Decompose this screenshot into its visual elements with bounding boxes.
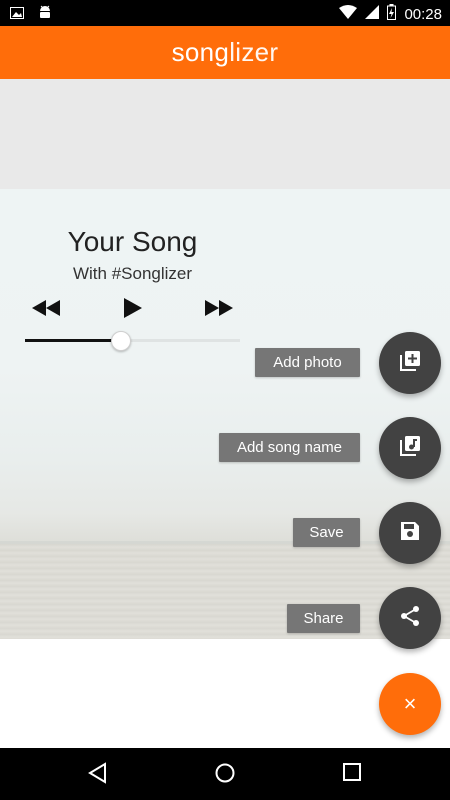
share-label[interactable]: Share	[287, 604, 360, 633]
share-icon	[399, 605, 421, 632]
clock: 00:28	[404, 5, 442, 23]
song-title[interactable]: Your Song	[30, 226, 235, 258]
close-fab-menu-button[interactable]: ×	[379, 673, 441, 735]
battery-charging-icon	[387, 4, 397, 24]
add-photo-label[interactable]: Add photo	[255, 348, 360, 377]
app-bar: song lizer	[0, 26, 450, 79]
save-label[interactable]: Save	[293, 518, 360, 547]
share-button[interactable]	[379, 587, 441, 649]
play-icon[interactable]	[122, 294, 144, 327]
signal-icon	[365, 5, 380, 23]
close-icon: ×	[403, 691, 417, 716]
back-icon[interactable]	[88, 762, 108, 789]
add-photo-button[interactable]	[379, 332, 441, 394]
add-song-name-label[interactable]: Add song name	[219, 433, 360, 462]
fast-forward-icon[interactable]	[203, 294, 235, 327]
app-title-bold: song	[171, 37, 230, 67]
save-button[interactable]	[379, 502, 441, 564]
rewind-icon[interactable]	[30, 294, 62, 327]
app-title-light: lizer	[229, 37, 279, 67]
image-notification-icon	[10, 6, 24, 23]
add-song-icon	[399, 435, 421, 462]
save-icon	[400, 521, 420, 546]
seek-bar[interactable]	[25, 331, 240, 351]
header-spacer	[0, 79, 450, 189]
song-subtitle: With #Songlizer	[72, 264, 193, 283]
player-controls	[25, 294, 240, 324]
add-song-name-button[interactable]	[379, 417, 441, 479]
android-debug-icon	[38, 4, 52, 24]
navigation-bar	[0, 748, 450, 800]
seek-thumb[interactable]	[110, 331, 131, 351]
status-bar: 00:28	[0, 0, 450, 26]
home-icon[interactable]	[214, 762, 236, 789]
add-photo-icon	[399, 350, 421, 377]
recents-icon[interactable]	[342, 762, 362, 787]
wifi-icon	[339, 5, 358, 23]
seek-progress	[25, 339, 120, 342]
